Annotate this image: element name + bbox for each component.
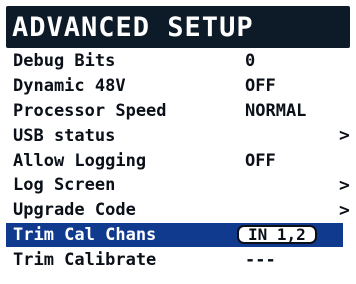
title-bar: ADVANCED SETUP — [6, 6, 350, 48]
menu-item-label: Allow Logging — [13, 150, 147, 171]
menu-item-label: Dynamic 48V — [13, 76, 126, 97]
chevron-right-icon: > — [339, 199, 350, 221]
chevron-right-icon: > — [339, 125, 350, 147]
menu-item-label: Trim Calibrate — [13, 249, 157, 270]
menu-item-label: Trim Cal Chans — [13, 224, 157, 245]
menu-item-log-screen[interactable]: Log Screen > — [6, 173, 356, 198]
menu-item-label: Processor Speed — [13, 100, 167, 121]
menu-item-usb-status[interactable]: USB status > — [6, 123, 356, 148]
menu-item-dynamic-48v[interactable]: Dynamic 48V OFF — [6, 74, 356, 99]
settings-menu: Debug Bits 0 Dynamic 48V OFF Processor S… — [6, 49, 356, 272]
menu-item-label: USB status — [13, 125, 116, 146]
menu-item-trim-calibrate[interactable]: Trim Calibrate --- — [6, 247, 356, 272]
menu-item-label: Log Screen — [13, 175, 116, 196]
menu-item-value: --- — [245, 249, 276, 270]
menu-item-label: Debug Bits — [13, 51, 116, 72]
page-title: ADVANCED SETUP — [12, 11, 254, 43]
menu-item-trim-cal-chans[interactable]: Trim Cal Chans IN 1,2 — [6, 222, 343, 248]
menu-item-value: NORMAL — [245, 100, 307, 121]
menu-item-value: OFF — [245, 150, 276, 171]
value-selector[interactable]: IN 1,2 — [237, 224, 317, 244]
chevron-right-icon: > — [339, 174, 350, 196]
menu-item-value: OFF — [245, 76, 276, 97]
menu-item-value: 0 — [245, 51, 256, 72]
menu-item-processor-speed[interactable]: Processor Speed NORMAL — [6, 99, 356, 124]
menu-item-label: Upgrade Code — [13, 200, 136, 221]
menu-item-debug-bits[interactable]: Debug Bits 0 — [6, 49, 356, 74]
menu-item-upgrade-code[interactable]: Upgrade Code > — [6, 198, 356, 223]
device-screen: ADVANCED SETUP Debug Bits 0 Dynamic 48V … — [0, 0, 356, 284]
menu-item-allow-logging[interactable]: Allow Logging OFF — [6, 148, 356, 173]
